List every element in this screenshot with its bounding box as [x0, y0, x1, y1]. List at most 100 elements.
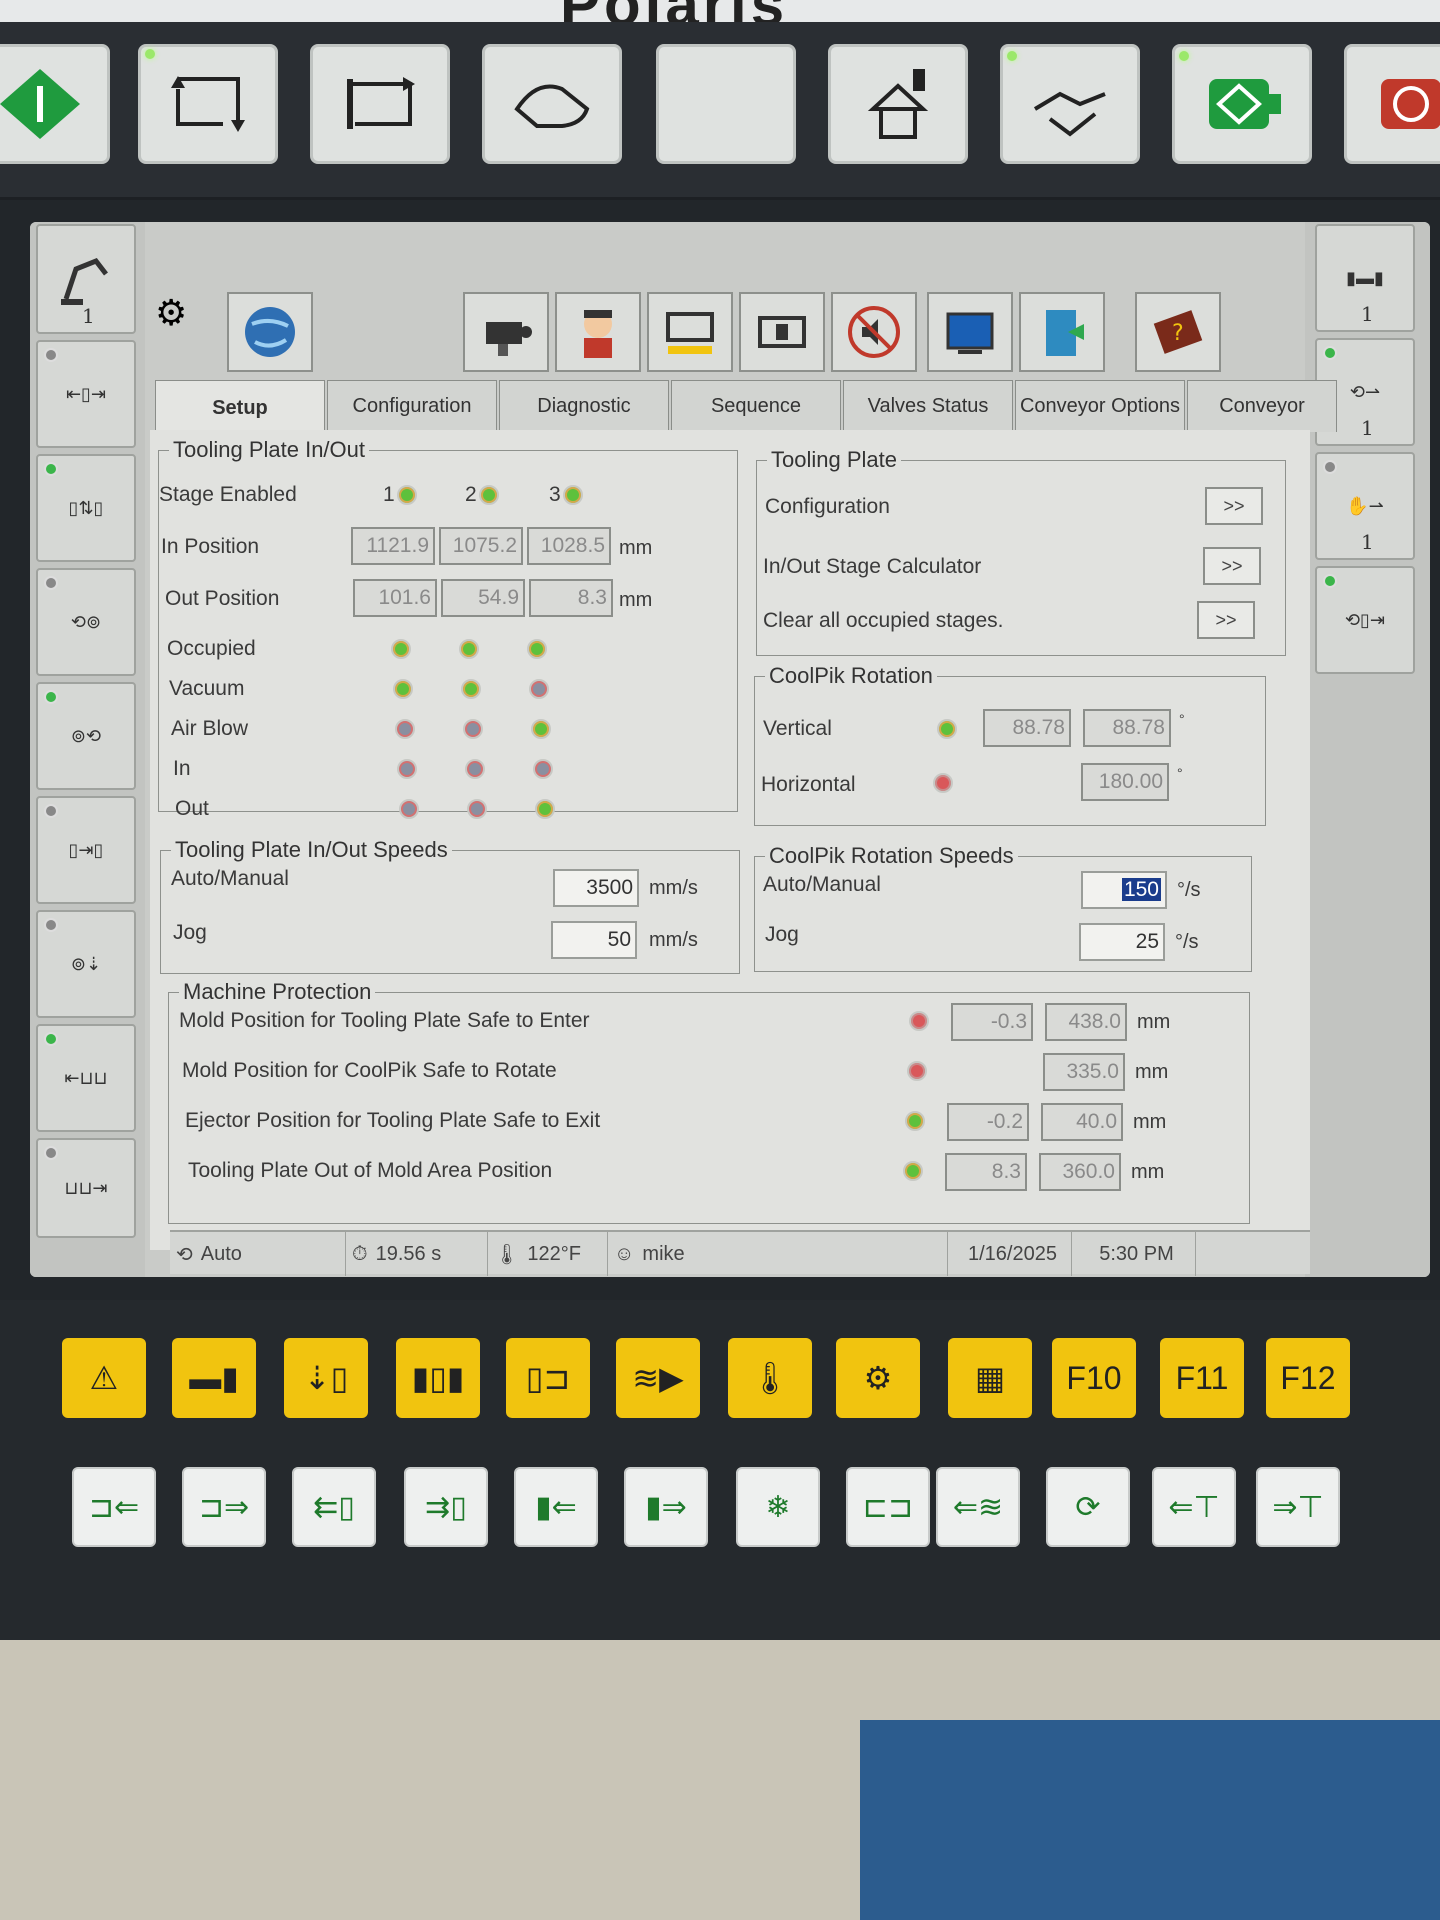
tab-valves-status[interactable]: Valves Status [843, 380, 1013, 432]
motor-on-key[interactable] [1172, 44, 1312, 164]
tooling-auto-unit: mm/s [649, 877, 698, 899]
tab-setup[interactable]: Setup [155, 380, 325, 436]
robot-select-button[interactable]: 1 [36, 224, 136, 334]
mold-close-key[interactable]: ⊐⇐ [72, 1467, 156, 1547]
machine-scale-button[interactable] [647, 292, 733, 372]
core-out-key[interactable]: ▮⇒ [624, 1467, 708, 1547]
tooling-configuration-button[interactable]: >> [1205, 487, 1263, 525]
carriage-back-key[interactable]: ⇐⊤ [1152, 1467, 1236, 1547]
tab-configuration[interactable]: Configuration [327, 380, 497, 432]
monitor-button[interactable] [927, 292, 1013, 372]
machine-button[interactable] [739, 292, 825, 372]
clear-stages-button[interactable]: >> [1197, 601, 1255, 639]
protection-min-field: -0.3 [951, 1003, 1033, 1041]
conveyor-in-icon: ⊔⊔⇥ [64, 1177, 108, 1198]
tooling-jog-speed-input[interactable]: 50 [551, 921, 637, 959]
coolpik-auto-label: Auto/Manual [763, 873, 881, 896]
manual-hand-key[interactable] [482, 44, 622, 164]
machine-icon [758, 316, 806, 348]
floor-mat [860, 1720, 1440, 1920]
mold-select-button[interactable]: ▮▬▮ 1 [1315, 224, 1415, 332]
spray-icon: ⟲⇀ [1349, 381, 1381, 402]
out-position-1-field: 101.6 [353, 579, 437, 617]
clamp-icon: ▮▯▮ [411, 1360, 465, 1396]
io-status-led [467, 799, 487, 819]
tooling-auto-speed-input[interactable]: 3500 [553, 869, 639, 907]
io-status-led [531, 719, 551, 739]
clamp-key[interactable]: ▮▯▮ [396, 1338, 480, 1418]
screw-back-key[interactable]: ⇐≋ [936, 1467, 1020, 1547]
tab-sequence[interactable]: Sequence [671, 380, 841, 432]
io-status-led [459, 639, 479, 659]
protection-led [907, 1061, 927, 1081]
help-book-button[interactable]: ? [1135, 292, 1221, 372]
graph-key[interactable]: ▦ [948, 1338, 1032, 1418]
carriage-forward-key[interactable]: ⇒⊤ [1256, 1467, 1340, 1547]
tooling-auto-label: Auto/Manual [171, 867, 289, 890]
coolpik-speeds-group: CoolPik Rotation Speeds Auto/Manual 150 … [754, 843, 1252, 972]
core-out-icon: ▮⇒ [645, 1490, 687, 1524]
stage-1-enabled-led [397, 485, 417, 505]
operator-button[interactable] [555, 292, 641, 372]
vertical-label: Vertical [763, 717, 832, 740]
coolpik-speeds-title: CoolPik Rotation Speeds [765, 843, 1018, 869]
horizontal-field: 180.00 [1081, 763, 1169, 801]
tab-conveyor-options[interactable]: Conveyor Options [1015, 380, 1185, 432]
conveyor-in-button[interactable]: ⊔⊔⇥ [36, 1138, 136, 1238]
cycle-mold-button[interactable]: ⟲▯⇥ [1315, 566, 1415, 674]
coolpik-rotate-button[interactable]: ⊚⟲ [36, 682, 136, 790]
tooling-out-button[interactable]: ▯⇅▯ [36, 454, 136, 562]
injection-unit-key[interactable]: ▬▮ [172, 1338, 256, 1418]
help-book-icon: ? [1153, 310, 1203, 354]
screw-rotate-key[interactable]: ⟳ [1046, 1467, 1130, 1547]
out-position-label: Out Position [165, 587, 280, 610]
stopwatch-icon: ⏱ [352, 1242, 368, 1265]
auto-cycle-key[interactable] [138, 44, 278, 164]
hand-spray-button[interactable]: ✋⇀ 1 [1315, 452, 1415, 560]
robot-home-key[interactable] [828, 44, 968, 164]
tooling-speeds-group: Tooling Plate In/Out Speeds Auto/Manual … [160, 837, 740, 974]
blank-key[interactable] [656, 44, 796, 164]
f12-key[interactable]: F12 [1266, 1338, 1350, 1418]
protection-max-field: 335.0 [1043, 1053, 1125, 1091]
tooling-in-button[interactable]: ⇤▯⇥ [36, 340, 136, 448]
tab-strip: Setup Configuration Diagnostic Sequence … [155, 380, 1337, 436]
screw-key[interactable]: ≋▶ [616, 1338, 700, 1418]
coolpik-auto-speed-input[interactable]: 150 [1081, 871, 1167, 909]
tooling-out-icon: ▯⇅▯ [68, 497, 104, 518]
cooling-key[interactable]: ❄ [736, 1467, 820, 1547]
ejector-forward-key[interactable]: ⇉▯ [404, 1467, 488, 1547]
coolpik-jog-speed-input[interactable]: 25 [1079, 923, 1165, 961]
robot-key[interactable]: ⚙ [836, 1338, 920, 1418]
mold-open-key[interactable]: ⊐⇒ [182, 1467, 266, 1547]
globe-button[interactable] [227, 292, 313, 372]
air-blow-button[interactable]: ⊚⇣ [36, 910, 136, 1018]
motor-off-key[interactable] [1344, 44, 1440, 164]
ejector-key[interactable]: ⇣▯ [284, 1338, 368, 1418]
conveyor-out-button[interactable]: ⇤⊔⊔ [36, 1024, 136, 1132]
out-position-3-field: 8.3 [529, 579, 613, 617]
f10-key[interactable]: F10 [1052, 1338, 1136, 1418]
f11-key[interactable]: F11 [1160, 1338, 1244, 1418]
temperature-key[interactable]: 🌡 [728, 1338, 812, 1418]
robot-icon [61, 257, 108, 305]
stage-calculator-button[interactable]: >> [1203, 547, 1261, 585]
tab-diagnostic[interactable]: Diagnostic [499, 380, 669, 432]
plate-position-button[interactable]: ▯⇥▯ [36, 796, 136, 904]
robot-number: 1 [82, 304, 95, 328]
ejector-back-key[interactable]: ⇇▯ [292, 1467, 376, 1547]
exit-door-button[interactable] [1019, 292, 1105, 372]
snowflake-icon: ❄ [765, 1490, 791, 1524]
io-status-led [461, 679, 481, 699]
core-in-key[interactable]: ▮⇐ [514, 1467, 598, 1547]
cycle-start-key[interactable] [0, 44, 110, 164]
mute-button[interactable] [831, 292, 917, 372]
handshake-key[interactable] [1000, 44, 1140, 164]
semi-auto-key[interactable] [310, 44, 450, 164]
nozzle-key[interactable]: ⊏⊐ [846, 1467, 930, 1547]
camera-button[interactable] [463, 292, 549, 372]
alarm-key[interactable]: ⚠ [62, 1338, 146, 1418]
tab-conveyor[interactable]: Conveyor [1187, 380, 1337, 432]
mold-key[interactable]: ▯⊐ [506, 1338, 590, 1418]
vacuum-rotate-button[interactable]: ⟲⊚ [36, 568, 136, 676]
